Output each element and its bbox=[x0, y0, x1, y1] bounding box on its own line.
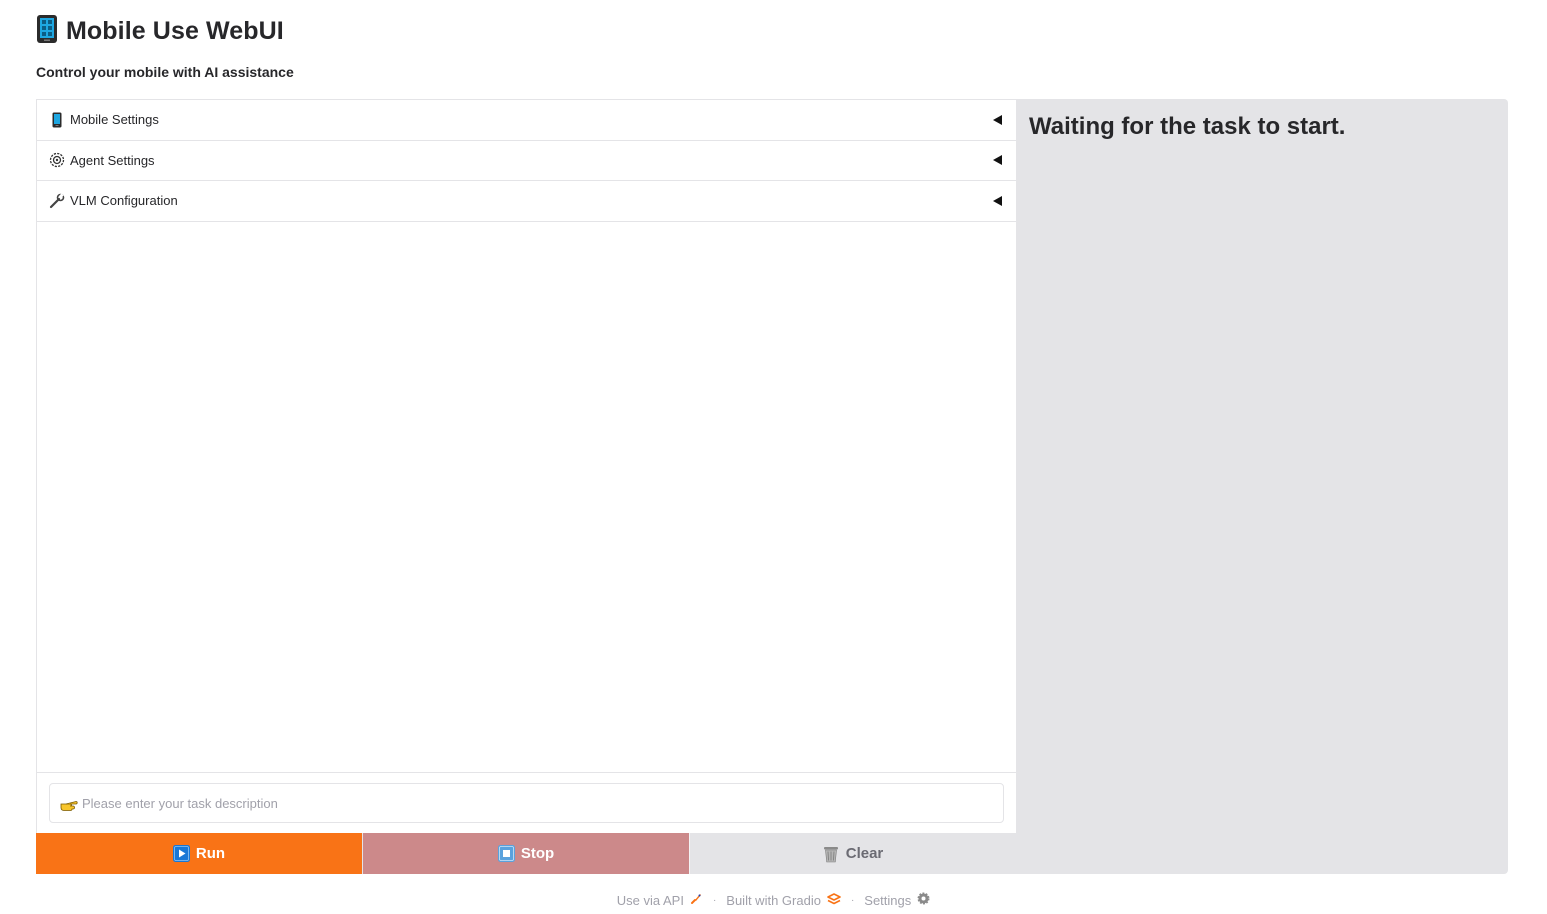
accordion-mobile-settings[interactable]: Mobile Settings bbox=[37, 100, 1016, 141]
stop-icon bbox=[497, 845, 515, 862]
settings-panel: Mobile Settings Agent Settings VLM Confi… bbox=[36, 99, 1016, 874]
trash-icon bbox=[823, 845, 840, 862]
clear-button-label: Clear bbox=[845, 845, 884, 862]
footer-separator: · bbox=[850, 894, 855, 906]
accordion-label: Agent Settings bbox=[70, 152, 155, 168]
accordion-vlm-configuration[interactable]: VLM Configuration bbox=[37, 181, 1016, 222]
footer-separator: · bbox=[712, 894, 717, 906]
accordion-label: VLM Configuration bbox=[70, 193, 178, 209]
page-title: Mobile Use WebUI bbox=[66, 17, 284, 45]
collapse-arrow-icon[interactable] bbox=[993, 114, 1002, 125]
accordion-label: Mobile Settings bbox=[70, 112, 159, 128]
settings-link[interactable]: Settings bbox=[864, 892, 930, 908]
stop-button-label: Stop bbox=[520, 845, 555, 862]
pointing-hand-icon bbox=[60, 798, 78, 812]
gear-icon bbox=[917, 892, 930, 908]
status-message: Waiting for the task to start. bbox=[1029, 113, 1346, 140]
wrench-icon bbox=[49, 193, 65, 209]
rocket-icon bbox=[690, 892, 703, 908]
page-subtitle: Control your mobile with AI assistance bbox=[36, 64, 294, 80]
built-with-gradio-label: Built with Gradio bbox=[726, 892, 821, 908]
collapse-arrow-icon[interactable] bbox=[993, 155, 1002, 166]
collapse-arrow-icon[interactable] bbox=[993, 195, 1002, 206]
use-via-api-link[interactable]: Use via API bbox=[617, 892, 703, 908]
use-via-api-label: Use via API bbox=[616, 892, 684, 908]
stop-button[interactable]: Stop bbox=[362, 833, 689, 874]
task-description-input[interactable] bbox=[82, 795, 1003, 811]
mobile-phone-icon bbox=[49, 112, 65, 128]
clear-button[interactable]: Clear bbox=[689, 833, 1016, 874]
settings-label: Settings bbox=[864, 892, 912, 908]
mobile-phone-icon bbox=[36, 14, 58, 49]
gradio-logo-icon bbox=[827, 892, 841, 908]
gear-icon bbox=[49, 152, 65, 168]
task-input-container[interactable] bbox=[49, 783, 1004, 823]
accordion-agent-settings[interactable]: Agent Settings bbox=[37, 141, 1016, 181]
run-button-label: Run bbox=[195, 845, 226, 862]
task-input-area bbox=[37, 772, 1016, 833]
action-buttons: Run Stop Clear bbox=[36, 833, 1016, 874]
footer: Use via API · Built with Gradio · Settin… bbox=[0, 892, 1547, 908]
status-panel: Waiting for the task to start. bbox=[1016, 99, 1508, 874]
play-icon bbox=[172, 845, 190, 862]
page-header: Mobile Use WebUI bbox=[36, 14, 284, 49]
built-with-gradio-link[interactable]: Built with Gradio bbox=[726, 893, 841, 908]
run-button[interactable]: Run bbox=[36, 833, 362, 874]
